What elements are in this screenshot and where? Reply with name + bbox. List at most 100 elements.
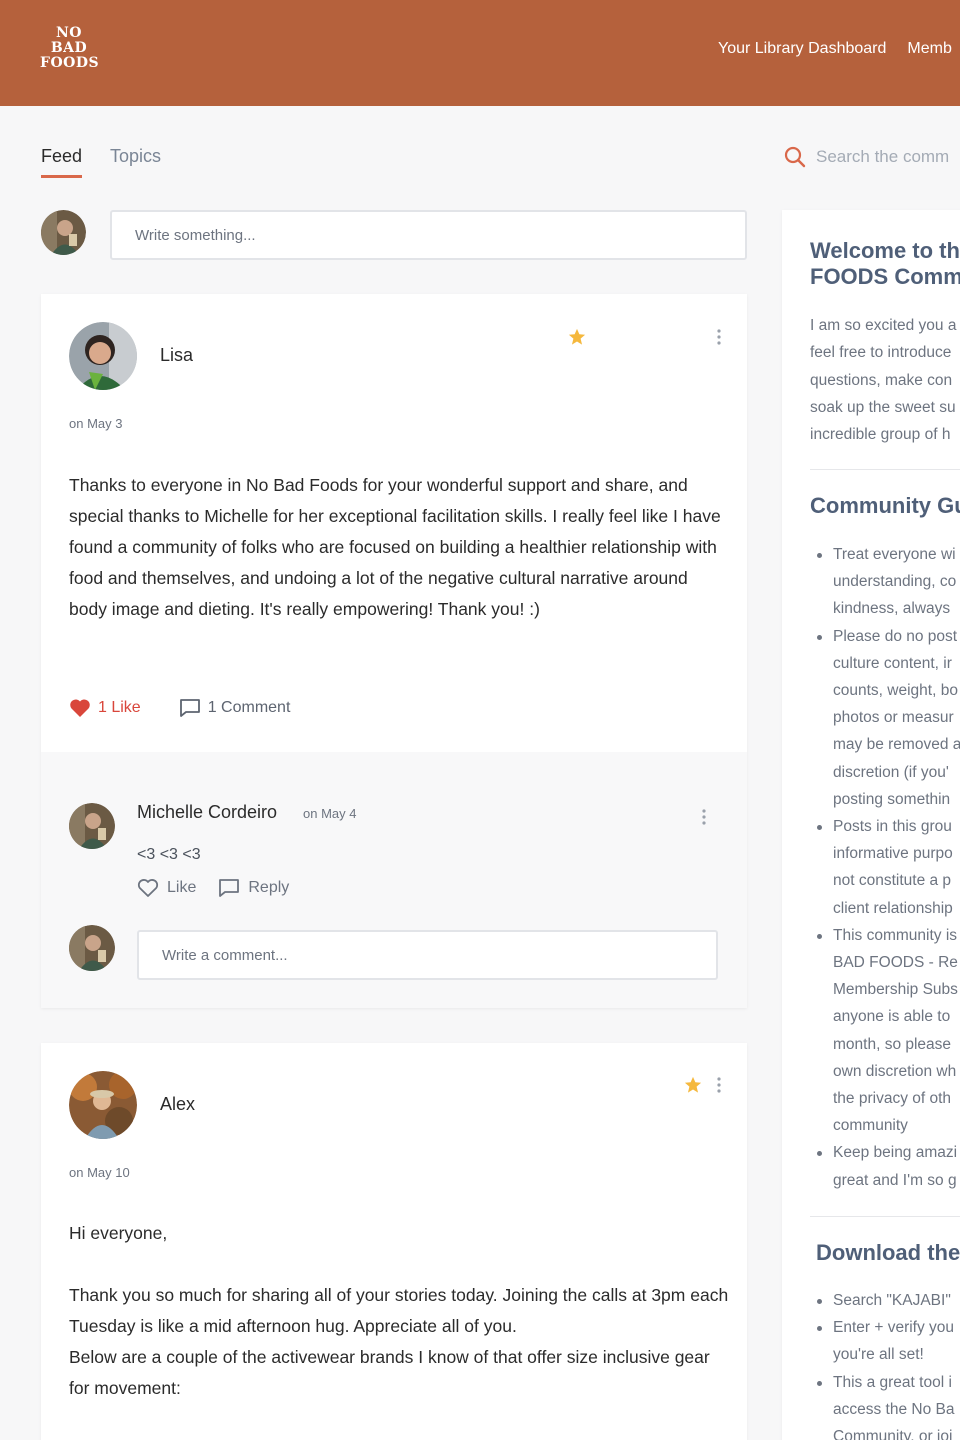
post-body-paragraph: Below are a couple of the activewear bra…: [69, 1347, 710, 1398]
logo-line: BAD: [50, 40, 88, 56]
comment-like-button[interactable]: Like: [137, 878, 196, 898]
download-line: Community, or joi: [833, 1428, 953, 1440]
guideline-line: photos or measur: [833, 709, 954, 727]
guideline-item: Posts in this grou informative purpo not…: [817, 813, 960, 922]
reply-button[interactable]: Reply: [218, 878, 289, 898]
post-body-paragraph: Hi everyone,: [69, 1223, 168, 1243]
guideline-line: Treat everyone wi: [833, 546, 956, 563]
download-item: Enter + verify you you're all set!: [817, 1314, 960, 1368]
guideline-line: anyone is able to: [833, 1008, 951, 1026]
sidebar-intro: I am so excited you a feel free to intro…: [810, 312, 960, 448]
guideline-line: kindness, always: [833, 600, 951, 618]
avatar[interactable]: [69, 803, 115, 849]
nav-members[interactable]: Memb: [907, 40, 951, 58]
more-options-icon[interactable]: [716, 1076, 722, 1094]
comment-author[interactable]: Michelle Cordeiro: [137, 802, 277, 823]
comment-button[interactable]: 1 Comment: [179, 698, 291, 718]
post-body: Thanks to everyone in No Bad Foods for y…: [69, 475, 721, 619]
sidebar-title: Welcome to th FOODS Comm: [810, 238, 960, 290]
avatar: [41, 210, 86, 255]
guideline-line: month, so please: [833, 1035, 952, 1053]
write-post-input[interactable]: Write something...: [110, 210, 747, 260]
reply-icon: [219, 879, 240, 897]
guideline-item: Keep being amazi great and I'm so g: [817, 1139, 960, 1193]
guideline-line: great and I'm so g: [833, 1171, 957, 1189]
comments-section: Michelle Cordeiro on May 4 <3 <3 <3 Like…: [41, 752, 747, 1008]
like-count: 1 Like: [98, 699, 141, 716]
guideline-line: informative purpo: [833, 845, 953, 863]
guideline-line: Keep being amazi: [833, 1144, 958, 1162]
guideline-line: the privacy of oth: [833, 1090, 952, 1108]
guideline-line: posting somethin: [833, 790, 951, 808]
guidelines-list: Treat everyone wi understanding, co kind…: [817, 541, 960, 1194]
guideline-line: client relationship: [833, 899, 953, 917]
post-card: Alex on May 10 Hi everyone, Thank you so…: [41, 1043, 747, 1440]
download-line: you're all set!: [833, 1346, 924, 1364]
top-nav: Your Library Dashboard Memb: [718, 40, 952, 58]
post-date: on May 10: [69, 1165, 130, 1180]
sidebar-title-line: Welcome to th: [810, 238, 960, 263]
community-search[interactable]: Search the comm: [784, 146, 949, 168]
write-comment-input[interactable]: Write a comment...: [137, 930, 718, 980]
intro-line: feel free to introduce: [810, 344, 952, 362]
comment-like-label: Like: [167, 879, 197, 896]
tab-topics[interactable]: Topics: [110, 146, 161, 178]
post-body-paragraph: Thank you so much for sharing all of you…: [69, 1285, 729, 1336]
sidebar-title-line: FOODS Comm: [810, 264, 960, 289]
guideline-line: Posts in this grou: [833, 818, 952, 836]
search-input[interactable]: Search the comm: [816, 147, 949, 167]
nav-library-dashboard[interactable]: Your Library Dashboard: [718, 40, 886, 58]
post-card: Lisa on May 3 Thanks to everyone in No B…: [41, 294, 747, 1008]
top-header: NO BAD FOODS Your Library Dashboard Memb: [0, 0, 960, 106]
star-icon[interactable]: [568, 328, 586, 346]
comment-count: 1 Comment: [207, 699, 291, 716]
comment-text: <3 <3 <3: [137, 846, 201, 863]
guideline-item: Treat everyone wi understanding, co kind…: [817, 541, 960, 623]
guidelines-heading: Community Gu: [810, 493, 960, 518]
post-author[interactable]: Alex: [160, 1094, 195, 1115]
search-icon: [784, 146, 806, 168]
download-heading: Download the: [816, 1240, 960, 1265]
download-item: This a great tool i access the No Ba Com…: [817, 1369, 960, 1440]
guideline-line: own discretion wh: [833, 1062, 957, 1080]
download-item: Search "KAJABI": [817, 1287, 960, 1314]
feed-tabs: Feed Topics: [41, 146, 161, 178]
brand-logo[interactable]: NO BAD FOODS: [40, 25, 100, 71]
guideline-item: This community is BAD FOODS - Re Members…: [817, 922, 960, 1140]
guideline-line: This community is: [833, 926, 958, 944]
download-line: Enter + verify you: [833, 1319, 955, 1337]
intro-line: soak up the sweet su: [810, 398, 956, 416]
more-options-icon[interactable]: [701, 808, 707, 826]
heart-filled-icon: [70, 699, 90, 717]
logo-line: NO: [56, 25, 82, 41]
avatar[interactable]: [69, 1071, 137, 1139]
guideline-line: understanding, co: [833, 573, 957, 591]
guideline-line: discretion (if you': [833, 763, 949, 781]
download-line: access the No Ba: [833, 1400, 955, 1418]
more-options-icon[interactable]: [716, 328, 722, 346]
guideline-line: community: [833, 1117, 908, 1135]
download-line: Search "KAJABI": [833, 1292, 951, 1309]
intro-line: questions, make con: [810, 371, 953, 389]
post-author[interactable]: Lisa: [160, 345, 193, 366]
guideline-item: Please do no post culture content, ir co…: [817, 623, 960, 813]
post-actions: 1 Like 1 Comment: [69, 698, 290, 718]
comment-actions: Like Reply: [137, 878, 289, 898]
tab-feed[interactable]: Feed: [41, 146, 83, 178]
divider: [810, 469, 960, 470]
guideline-line: culture content, ir: [833, 654, 952, 672]
avatar[interactable]: [69, 322, 137, 390]
download-line: This a great tool i: [833, 1373, 952, 1391]
heart-outline-icon: [137, 879, 159, 897]
divider: [810, 1216, 960, 1217]
star-icon[interactable]: [684, 1076, 702, 1094]
logo-line: FOODS: [40, 55, 100, 71]
welcome-sidebar: Welcome to th FOODS Comm I am so excited…: [782, 210, 960, 1440]
intro-line: I am so excited you a: [810, 317, 957, 334]
download-list: Search "KAJABI" Enter + verify you you'r…: [817, 1287, 960, 1440]
like-button[interactable]: 1 Like: [69, 698, 141, 718]
avatar: [69, 925, 115, 971]
guideline-line: Please do no post: [833, 627, 958, 645]
comment-date: on May 4: [303, 806, 357, 821]
guideline-line: not constitute a p: [833, 872, 952, 890]
